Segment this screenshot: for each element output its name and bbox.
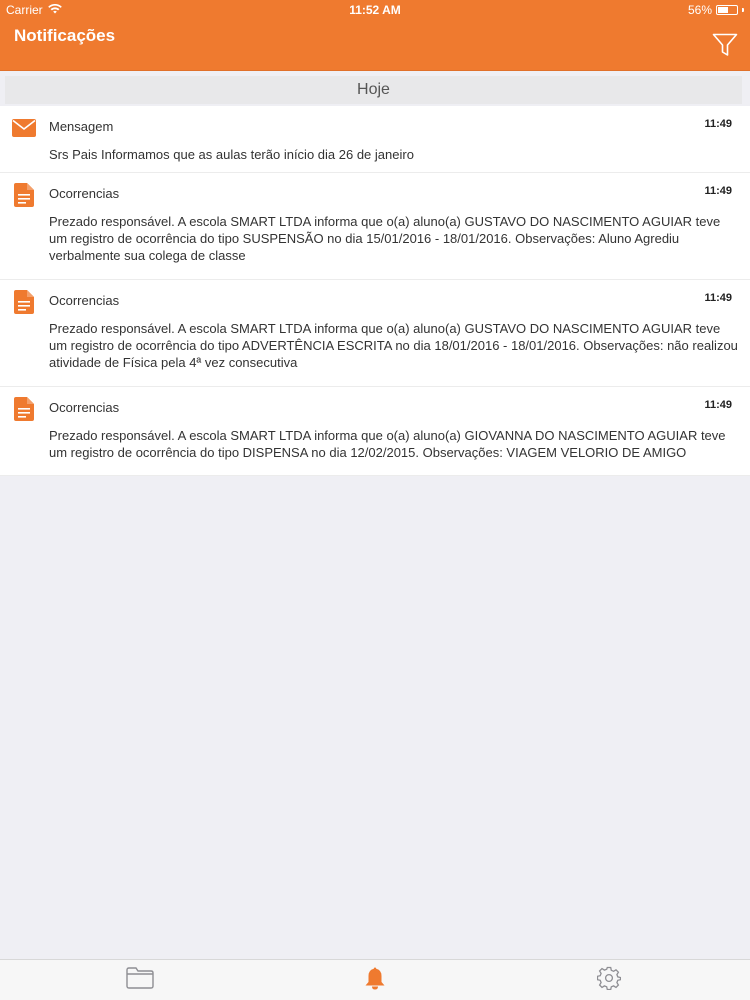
status-bar: Carrier 11:52 AM 56% <box>0 0 750 20</box>
tab-notifications[interactable] <box>360 966 390 994</box>
notifications-screen: Carrier 11:52 AM 56% Notificações Hoje M… <box>0 0 750 1000</box>
tab-bar <box>0 959 750 1000</box>
filter-icon <box>712 33 738 62</box>
notification-item[interactable]: Ocorrencias 11:49 Prezado responsável. A… <box>0 387 750 476</box>
battery-tip <box>742 8 744 12</box>
notification-item[interactable]: Mensagem 11:49 Srs Pais Informamos que a… <box>0 106 750 173</box>
battery-icon <box>716 5 738 15</box>
envelope-icon <box>12 116 36 140</box>
notification-time: 11:49 <box>704 292 732 304</box>
notification-list: Mensagem 11:49 Srs Pais Informamos que a… <box>0 106 750 476</box>
top-bar: Carrier 11:52 AM 56% Notificações <box>0 0 750 70</box>
notification-body: Srs Pais Informamos que as aulas terão i… <box>49 147 414 162</box>
notification-category: Ocorrencias <box>49 186 120 201</box>
battery-percent: 56% <box>687 3 712 17</box>
notification-body: Prezado responsável. A escola SMART LTDA… <box>49 214 721 263</box>
bell-icon <box>364 966 386 995</box>
notification-category: Mensagem <box>49 119 114 134</box>
notification-time: 11:49 <box>704 185 732 197</box>
status-time: 11:52 AM <box>349 3 401 17</box>
battery-fill <box>718 7 728 13</box>
notification-body: Prezado responsável. A escola SMART LTDA… <box>49 428 726 460</box>
notification-item[interactable]: Ocorrencias 11:49 Prezado responsável. A… <box>0 173 750 280</box>
section-header-today: Hoje <box>5 76 742 104</box>
gear-icon <box>596 966 622 995</box>
notification-body: Prezado responsável. A escola SMART LTDA… <box>49 321 738 370</box>
notification-category: Ocorrencias <box>49 400 120 415</box>
document-icon <box>12 397 36 421</box>
document-icon <box>12 183 36 207</box>
filter-button[interactable] <box>710 33 740 61</box>
page-title: Notificações <box>14 26 116 45</box>
folder-icon <box>126 966 154 994</box>
tab-folder[interactable] <box>125 966 155 994</box>
status-right: 56% <box>688 3 744 17</box>
notification-time: 11:49 <box>704 118 732 130</box>
notification-time: 11:49 <box>704 399 732 411</box>
document-icon <box>12 290 36 314</box>
notification-item[interactable]: Ocorrencias 11:49 Prezado responsável. A… <box>0 280 750 387</box>
notification-category: Ocorrencias <box>49 293 120 308</box>
tab-settings[interactable] <box>594 966 624 994</box>
